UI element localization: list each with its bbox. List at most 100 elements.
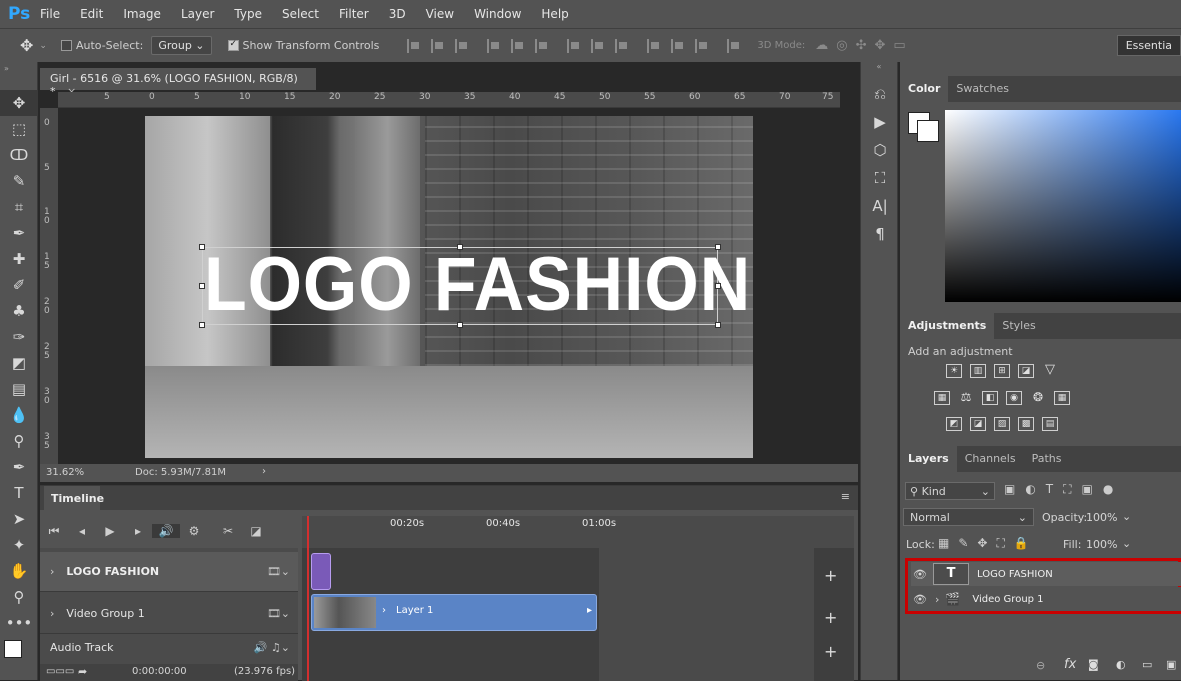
dodge-tool-icon[interactable]: ⚲: [0, 428, 38, 454]
audio-note-icon[interactable]: 🔊 ♫⌄: [254, 641, 290, 654]
clip-layer-1[interactable]: › Layer 1 ▸: [311, 594, 597, 631]
history-icon[interactable]: ⎌: [861, 80, 899, 108]
3d-cube-icon[interactable]: ⬡: [861, 136, 899, 164]
tab-paths[interactable]: Paths: [1024, 446, 1070, 472]
color-spectrum[interactable]: [945, 110, 1181, 302]
tab-color[interactable]: Color: [900, 76, 949, 102]
fill-value[interactable]: 100%: [1086, 538, 1117, 551]
track-audio[interactable]: Audio Track 🔊 ♫⌄: [40, 636, 298, 658]
distribute-left-icon[interactable]: [647, 38, 661, 53]
tab-swatches[interactable]: Swatches: [948, 76, 1017, 102]
posterize-icon[interactable]: ◪: [970, 417, 986, 431]
visibility-eye-icon[interactable]: 👁: [911, 568, 929, 581]
transform-handle[interactable]: [457, 322, 463, 328]
align-hcenter-icon[interactable]: [511, 38, 525, 53]
auto-select-checkbox[interactable]: [60, 40, 72, 51]
opacity-value[interactable]: 100%: [1086, 511, 1117, 524]
show-transform-checkbox[interactable]: [227, 39, 239, 51]
fx-icon[interactable]: fx: [1064, 657, 1076, 672]
menu-layer[interactable]: Layer: [181, 7, 214, 21]
channel-mixer-icon[interactable]: ❂: [1030, 391, 1046, 405]
exposure-icon[interactable]: ◪: [1018, 364, 1034, 378]
layer-row-video-group[interactable]: 👁 › 🎬 Video Group 1: [911, 587, 1181, 611]
align-bottom-icon[interactable]: [455, 38, 469, 53]
film-icon[interactable]: 🎞⌄: [267, 565, 290, 578]
move-tool-icon[interactable]: ✥: [20, 36, 33, 55]
paragraph-icon[interactable]: ¶: [861, 220, 899, 248]
vibrance-icon[interactable]: ▽: [1042, 363, 1058, 378]
auto-align-icon[interactable]: [727, 38, 741, 53]
prev-frame-icon[interactable]: ◂: [68, 524, 96, 538]
visibility-eye-icon[interactable]: 👁: [911, 593, 929, 606]
hand-tool-icon[interactable]: ✋: [0, 558, 38, 584]
render-arrow-icon[interactable]: ➦: [78, 665, 87, 678]
distribute-bottom-icon[interactable]: [615, 38, 629, 53]
play-icon[interactable]: ▶: [96, 524, 124, 538]
brightness-icon[interactable]: ☀: [946, 364, 962, 378]
timeline-ruler[interactable]: 00:20s 00:40s 01:00s: [302, 516, 854, 548]
photo-filter-icon[interactable]: ◉: [1006, 391, 1022, 405]
transform-handle[interactable]: [457, 244, 463, 250]
zoom-tool-icon[interactable]: ⚲: [0, 584, 38, 610]
more-tools-icon[interactable]: •••: [0, 610, 38, 636]
distribute-vcenter-icon[interactable]: [591, 38, 605, 53]
actions-play-icon[interactable]: ▶: [861, 108, 899, 136]
mask-icon[interactable]: ◙: [1088, 658, 1099, 671]
menu-edit[interactable]: Edit: [80, 7, 103, 21]
auto-select-dropdown[interactable]: Group ⌄: [151, 36, 212, 55]
menu-view[interactable]: View: [426, 7, 454, 21]
tab-adjustments[interactable]: Adjustments: [900, 313, 995, 339]
brush-tool-icon[interactable]: ✐: [0, 272, 38, 298]
stamp-tool-icon[interactable]: ♣: [0, 298, 38, 324]
track-video-group[interactable]: › Video Group 1 🎞⌄: [40, 594, 298, 634]
kind-filter-dropdown[interactable]: ⚲ Kind ⌄: [905, 482, 995, 500]
blur-tool-icon[interactable]: 💧: [0, 402, 38, 428]
black-white-icon[interactable]: ◧: [982, 391, 998, 405]
audio-icon[interactable]: 🔊: [152, 524, 180, 538]
panel-menu-icon[interactable]: ≡: [841, 490, 850, 503]
tab-styles[interactable]: Styles: [994, 313, 1043, 339]
layer-row-logo-fashion[interactable]: 👁 T LOGO FASHION: [911, 562, 1181, 586]
align-right-icon[interactable]: [535, 38, 549, 53]
clip-logo-fashion[interactable]: [311, 553, 331, 590]
track-logo-fashion[interactable]: › LOGO FASHION 🎞⌄: [40, 552, 298, 592]
folder-icon[interactable]: ▭: [1142, 658, 1152, 671]
transform-handle[interactable]: [199, 283, 205, 289]
selective-color-icon[interactable]: ▩: [1018, 417, 1034, 431]
type-tool-icon[interactable]: T: [0, 480, 38, 506]
playhead[interactable]: [307, 516, 309, 681]
expand-chevron-icon[interactable]: ›: [50, 565, 54, 578]
lasso-tool-icon[interactable]: ↀ: [0, 142, 38, 168]
menu-3d[interactable]: 3D: [389, 7, 406, 21]
add-media-icon[interactable]: +: [824, 566, 837, 585]
history-brush-icon[interactable]: ✑: [0, 324, 38, 350]
settings-gear-icon[interactable]: ⚙: [180, 524, 208, 538]
distribute-top-icon[interactable]: [567, 38, 581, 53]
align-top-icon[interactable]: [407, 38, 421, 53]
background-color-swatch[interactable]: [917, 120, 939, 142]
menu-filter[interactable]: Filter: [339, 7, 369, 21]
gradient-map-icon[interactable]: ▤: [1042, 417, 1058, 431]
timeline-title[interactable]: Timeline: [44, 486, 104, 510]
clip-menu-icon[interactable]: ▸: [587, 605, 592, 616]
properties-icon[interactable]: ⛶: [861, 164, 899, 192]
marquee-tool-icon[interactable]: ⬚: [0, 116, 38, 142]
3d-tools-icons[interactable]: ☁◎✣✥▭: [815, 38, 913, 53]
menu-help[interactable]: Help: [541, 7, 568, 21]
hue-saturation-icon[interactable]: ▦: [934, 391, 950, 405]
pen-tool-icon[interactable]: ✒: [0, 454, 38, 480]
blend-mode-dropdown[interactable]: Normal ⌄: [903, 508, 1034, 526]
distribute-right-icon[interactable]: [695, 38, 709, 53]
split-scissors-icon[interactable]: ✂: [214, 524, 242, 538]
transform-handle[interactable]: [715, 322, 721, 328]
levels-icon[interactable]: ▥: [970, 364, 986, 378]
expand-chevron-icon[interactable]: ›: [50, 607, 54, 620]
chevron-right-icon[interactable]: ›: [262, 466, 266, 477]
menu-image[interactable]: Image: [123, 7, 161, 21]
adjustment-layer-icon[interactable]: ◐: [1116, 658, 1126, 671]
distribute-hcenter-icon[interactable]: [671, 38, 685, 53]
threshold-icon[interactable]: ▨: [994, 417, 1010, 431]
gradient-tool-icon[interactable]: ▤: [0, 376, 38, 402]
eyedropper-tool-icon[interactable]: ✒: [0, 220, 38, 246]
add-media-icon[interactable]: +: [824, 608, 837, 627]
